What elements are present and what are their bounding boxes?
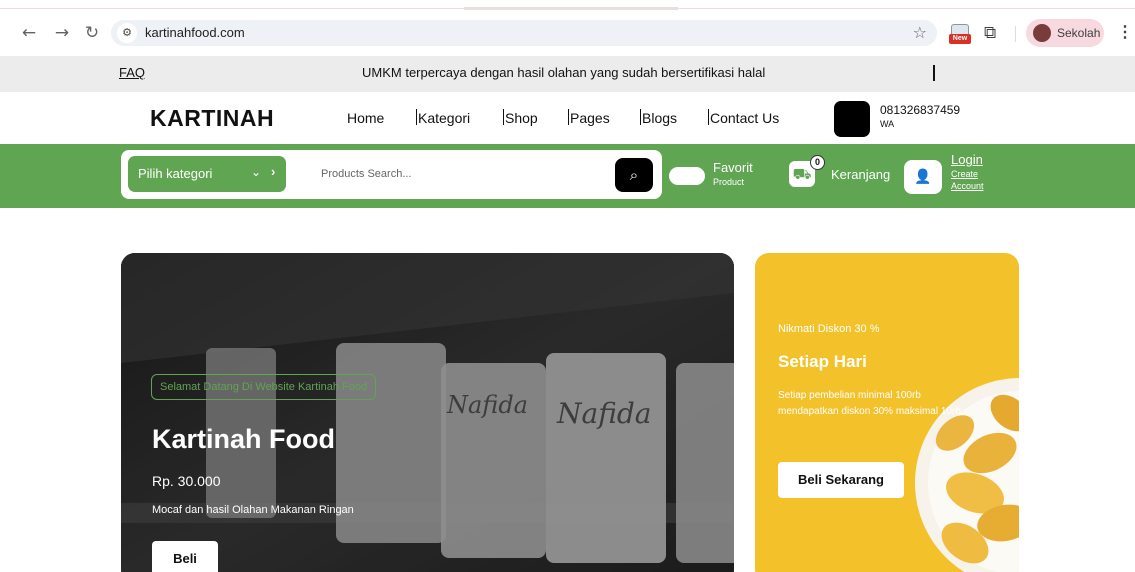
chevron-right-icon: › — [271, 164, 276, 179]
chevron-down-icon: ⌄ — [251, 165, 262, 179]
buy-now-button[interactable]: Beli Sekarang — [778, 462, 904, 498]
nav-pages[interactable]: Pages — [570, 110, 610, 126]
site-logo[interactable]: KARTINAH — [150, 105, 274, 132]
cart-label[interactable]: Keranjang — [831, 167, 890, 182]
nav-separator — [568, 109, 569, 125]
whatsapp-icon[interactable] — [834, 101, 870, 137]
category-label: Pilih kategori — [138, 166, 213, 181]
promo-headline: Setiap Hari — [778, 352, 867, 371]
welcome-badge: Selamat Datang Di Website Kartinah Food — [151, 374, 377, 400]
hero-price: Rp. 30.000 — [152, 473, 221, 489]
new-extension-icon[interactable]: New — [949, 22, 971, 44]
category-select[interactable]: Pilih kategori ⌄ › — [128, 156, 286, 192]
nav-separator — [416, 109, 417, 125]
nav-blogs[interactable]: Blogs — [642, 110, 677, 126]
hero-title: Kartinah Food — [152, 424, 335, 454]
site-header: KARTINAH Home Kategori Shop Pages Blogs … — [0, 92, 1135, 144]
nav-kategori[interactable]: Kategori — [418, 110, 470, 126]
web-page: FAQ UMKM terpercaya dengan hasil olahan … — [0, 56, 1135, 572]
hero-description: Mocaf dan hasil Olahan Makanan Ringan — [152, 504, 354, 516]
address-bar[interactable]: ⚙ kartinahfood.com ☆ — [111, 20, 937, 46]
hero-banner: Nafida Nafida Selamat Datang Di Website … — [121, 253, 734, 572]
favorit-label[interactable]: Favorit — [713, 160, 753, 175]
buy-button[interactable]: Beli — [152, 541, 218, 572]
phone-label: WA — [880, 119, 895, 129]
search-container: Pilih kategori ⌄ › ⌕ — [121, 150, 662, 199]
user-icon[interactable]: 👤 — [904, 160, 942, 194]
extension-badge: New — [949, 34, 971, 44]
nav-home[interactable]: Home — [347, 110, 384, 126]
hero-photo: Nafida Nafida — [121, 253, 734, 572]
bookmark-star-icon[interactable]: ☆ — [913, 23, 927, 42]
nav-separator — [640, 109, 641, 125]
search-bar-section: Pilih kategori ⌄ › ⌕ Favorit Product ⛟ 0… — [0, 144, 1135, 208]
favorite-toggle[interactable] — [669, 167, 705, 185]
announcement-bar: FAQ UMKM terpercaya dengan hasil olahan … — [0, 56, 1135, 92]
promo-description: Setiap pembelian minimal 100rb mendapatk… — [778, 390, 961, 417]
active-tab-edge — [464, 7, 678, 10]
back-icon[interactable]: ← — [18, 22, 40, 44]
discount-text: Nikmati Diskon 30 % — [778, 323, 880, 335]
browser-chrome: ← → ↻ ⚙ kartinahfood.com ☆ New ⧉ Sekolah… — [0, 0, 1135, 56]
phone-number[interactable]: 081326837459 — [880, 103, 960, 117]
favorit-sub-label[interactable]: Product — [713, 177, 744, 187]
announcement-divider — [933, 65, 935, 81]
toolbar: ← → ↻ ⚙ kartinahfood.com ☆ New ⧉ Sekolah… — [0, 16, 1135, 52]
url-text[interactable]: kartinahfood.com — [145, 25, 245, 40]
profile-button[interactable]: Sekolah — [1026, 19, 1104, 47]
nav-contact-us[interactable]: Contact Us — [710, 110, 779, 126]
promo-card: Nikmati Diskon 30 % Setiap Hari Setiap p… — [755, 253, 1019, 572]
faq-link[interactable]: FAQ — [119, 65, 145, 80]
forward-icon[interactable]: → — [51, 22, 73, 44]
avatar — [1033, 24, 1051, 42]
announcement-text: UMKM terpercaya dengan hasil olahan yang… — [362, 65, 766, 80]
site-info-icon[interactable]: ⚙ — [117, 23, 137, 43]
toolbar-divider — [1015, 26, 1016, 42]
menu-kebab-icon[interactable]: ⋮ — [1117, 22, 1133, 42]
login-link[interactable]: Login — [951, 152, 983, 167]
search-input[interactable] — [321, 164, 601, 184]
extensions-puzzle-icon[interactable]: ⧉ — [984, 23, 996, 43]
cart-count-badge: 0 — [810, 155, 825, 170]
nav-shop[interactable]: Shop — [505, 110, 538, 126]
nav-separator — [708, 109, 709, 125]
search-icon[interactable]: ⌕ — [615, 158, 653, 192]
nav-separator — [503, 109, 504, 125]
create-account-link[interactable]: Create — [951, 169, 978, 179]
profile-name: Sekolah — [1057, 26, 1101, 40]
reload-icon[interactable]: ↻ — [81, 22, 103, 44]
create-account-link-2[interactable]: Account — [951, 181, 984, 191]
